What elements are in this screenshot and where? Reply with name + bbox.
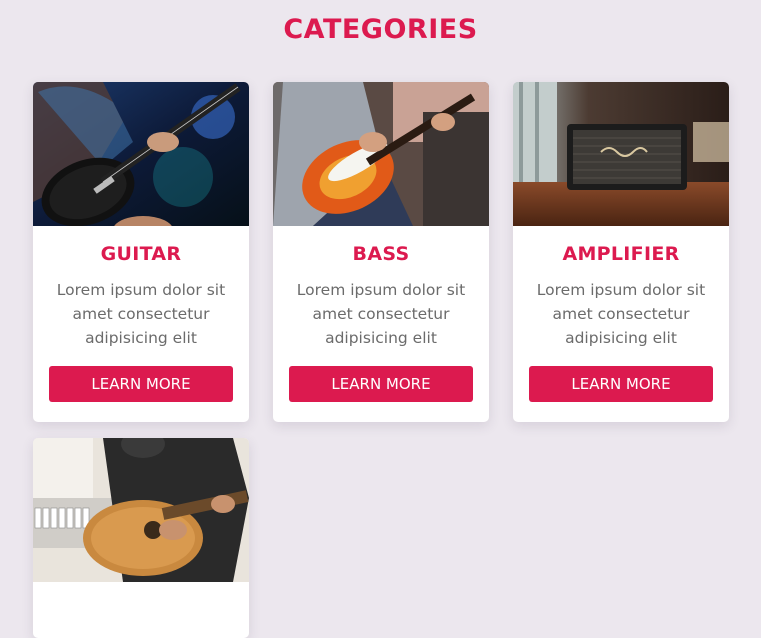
- amplifier-photo: [513, 82, 729, 226]
- category-card-guitar: GUITAR Lorem ipsum dolor sit amet consec…: [33, 82, 249, 422]
- card-title: AMPLIFIER: [562, 243, 680, 265]
- category-card-amplifier: AMPLIFIER Lorem ipsum dolor sit amet con…: [513, 82, 729, 422]
- bass-guitar-photo: [273, 82, 489, 226]
- category-card-acoustic: [33, 438, 249, 638]
- card-title: BASS: [352, 243, 410, 265]
- card-description: Lorem ipsum dolor sit amet consectetur a…: [56, 281, 226, 347]
- card-description: Lorem ipsum dolor sit amet consectetur a…: [536, 281, 706, 347]
- page-title: CATEGORIES: [283, 14, 478, 45]
- card-title: GUITAR: [100, 243, 182, 265]
- learn-more-button[interactable]: LEARN MORE: [289, 366, 473, 402]
- acoustic-guitar-photo: [33, 438, 249, 582]
- electric-guitar-photo: [33, 82, 249, 226]
- learn-more-button[interactable]: LEARN MORE: [529, 366, 713, 402]
- category-card-bass: BASS Lorem ipsum dolor sit amet consecte…: [273, 82, 489, 422]
- card-description: Lorem ipsum dolor sit amet consectetur a…: [296, 281, 466, 347]
- learn-more-button[interactable]: LEARN MORE: [49, 366, 233, 402]
